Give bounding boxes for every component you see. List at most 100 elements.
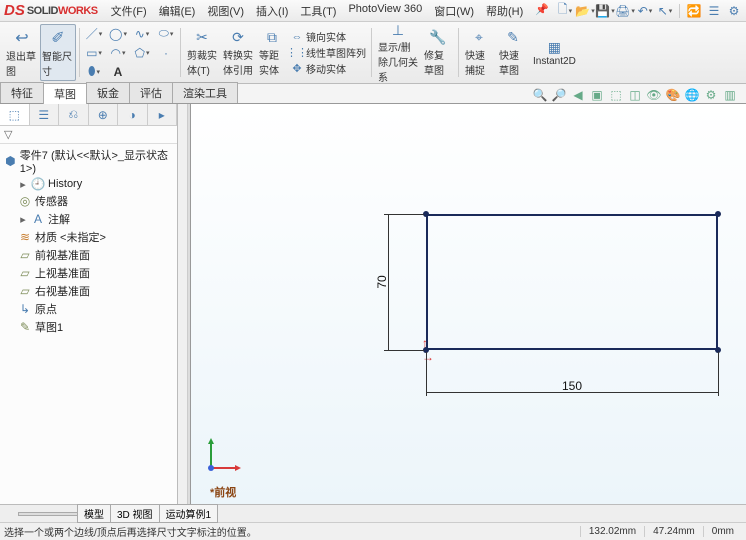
tree-history[interactable]: ▸🕘History	[0, 176, 177, 192]
print-icon[interactable]: 🖨	[617, 3, 633, 19]
convert-button[interactable]: ⟳ 转换实体引用	[220, 24, 256, 81]
exit-sketch-button[interactable]: ↩ 退出草图	[4, 24, 40, 81]
panel-tab-display[interactable]: ◑	[118, 104, 148, 125]
tree-root-label: 零件7 (默认<<默认>_显示状态 1>)	[20, 147, 173, 175]
status-coord-y: 47.24mm	[644, 526, 703, 537]
zoom-area-icon[interactable]: 🔎	[551, 87, 567, 103]
rect-icon[interactable]: ▭	[83, 44, 105, 62]
plane-icon: ▱	[18, 284, 32, 298]
menu-window[interactable]: 窗口(W)	[429, 1, 479, 21]
tree-right-plane[interactable]: ▱右视基准面	[0, 282, 177, 300]
tab-render[interactable]: 渲染工具	[172, 82, 238, 103]
rect-corner-point[interactable]	[715, 211, 721, 217]
text-icon[interactable]: A	[107, 63, 129, 81]
command-manager-tabs: 特征 草图 钣金 评估 渲染工具 🔍 🔎 ◀ ▣ ⬚ ◫ 👁 🎨 🌐 ⚙ ▥	[0, 84, 746, 104]
status-coord-x: 132.02mm	[580, 526, 644, 537]
menu-photoview[interactable]: PhotoView 360	[343, 1, 427, 21]
zoom-fit-icon[interactable]: 🔍	[532, 87, 548, 103]
line-icon[interactable]: ／	[83, 25, 105, 43]
move-button[interactable]: ✥移动实体	[288, 61, 368, 76]
tree-front-plane[interactable]: ▱前视基准面	[0, 246, 177, 264]
view-orient-icon[interactable]: ⬚	[608, 87, 624, 103]
tree-root[interactable]: ⬢零件7 (默认<<默认>_显示状态 1>)	[0, 146, 177, 176]
panel-tab-property[interactable]: ☰	[30, 104, 60, 125]
menu-file[interactable]: 文件(F)	[106, 1, 152, 21]
bottom-tabs: 模型 3D 视图 运动算例1	[0, 504, 746, 522]
tree-origin[interactable]: ↳原点	[0, 300, 177, 318]
display-relations-button[interactable]: ⊥ 显示/删除几何关系	[375, 24, 421, 81]
section-view-icon[interactable]: ▣	[589, 87, 605, 103]
ellipse-icon[interactable]: ⬭	[155, 25, 177, 43]
exit-sketch-label: 退出草图	[6, 48, 38, 78]
repair-sketch-button[interactable]: 🔧 修复草图	[421, 24, 455, 81]
circle-icon[interactable]: ◯	[107, 25, 129, 43]
menu-view[interactable]: 视图(V)	[202, 1, 249, 21]
scene-icon[interactable]: 🌐	[684, 87, 700, 103]
gear-icon[interactable]: ⚙	[726, 3, 742, 19]
tab-sheetmetal[interactable]: 钣金	[86, 82, 130, 103]
tab-evaluate[interactable]: 评估	[129, 82, 173, 103]
open-icon[interactable]: 📂	[577, 3, 593, 19]
save-icon[interactable]: 💾	[597, 3, 613, 19]
view-triad[interactable]	[203, 436, 243, 476]
smart-dimension-button[interactable]: ✐ 智能尺寸	[40, 24, 76, 81]
dim-height-value[interactable]: 70	[375, 275, 389, 288]
dim-width-value[interactable]: 150	[562, 379, 582, 393]
undo-icon[interactable]: ↶	[637, 3, 653, 19]
polygon-icon[interactable]: ⬠	[131, 44, 153, 62]
rebuild-icon[interactable]: 🔁	[686, 3, 702, 19]
mirror-button[interactable]: ⇔镜向实体	[288, 29, 368, 44]
menu-pin-icon[interactable]: 📌	[530, 1, 554, 21]
linear-pattern-label: 线性草图阵列	[306, 45, 366, 60]
instant2d-button[interactable]: ▦ Instant2D	[530, 24, 579, 81]
quick-snap-button[interactable]: ⌖ 快速捕捉	[462, 24, 496, 81]
spline-icon[interactable]: ∿	[131, 25, 153, 43]
sketch-rectangle[interactable]	[426, 214, 718, 350]
btm-tab-model[interactable]: 模型	[77, 504, 111, 523]
offset-button[interactable]: ⧉ 等距实体	[256, 24, 288, 81]
pattern-group: ⇔镜向实体 ⋮⋮线性草图阵列 ✥移动实体	[288, 24, 368, 81]
view-settings-icon[interactable]: ⚙	[703, 87, 719, 103]
btm-tab-3dview[interactable]: 3D 视图	[110, 504, 160, 523]
viewport-icon[interactable]: ▥	[722, 87, 738, 103]
feature-tree: ⬢零件7 (默认<<默认>_显示状态 1>) ▸🕘History ◎传感器 ▸A…	[0, 144, 177, 338]
graphics-area[interactable]: ↑→ 150 70 *前视	[178, 104, 746, 504]
panel-splitter[interactable]	[188, 104, 191, 504]
tab-sketch[interactable]: 草图	[43, 83, 87, 104]
menu-insert[interactable]: 插入(I)	[251, 1, 293, 21]
arc-icon[interactable]: ◠	[107, 44, 129, 62]
display-style-icon[interactable]: ◫	[627, 87, 643, 103]
select-icon[interactable]: ↖	[657, 3, 673, 19]
dim-extension	[384, 350, 424, 351]
hide-show-icon[interactable]: 👁	[646, 87, 662, 103]
move-icon: ✥	[290, 62, 304, 76]
slot-icon[interactable]: ⬮	[83, 63, 105, 81]
new-doc-icon[interactable]: 🗋	[557, 3, 573, 19]
appearance-icon[interactable]: 🎨	[665, 87, 681, 103]
tree-annotations[interactable]: ▸A注解	[0, 210, 177, 228]
panel-tab-dimxpert[interactable]: ⊕	[89, 104, 119, 125]
tree-sensors[interactable]: ◎传感器	[0, 192, 177, 210]
tree-material[interactable]: ≋材质 <未指定>	[0, 228, 177, 246]
prev-view-icon[interactable]: ◀	[570, 87, 586, 103]
ribbon: ↩ 退出草图 ✐ 智能尺寸 ／ ◯ ∿ ⬭ ▭ ◠ ⬠ · ⬮ A ✂ 剪裁实体…	[0, 22, 746, 84]
linear-pattern-button[interactable]: ⋮⋮线性草图阵列	[288, 45, 368, 60]
tree-sketch1[interactable]: ✎草图1	[0, 318, 177, 336]
panel-tab-feature-tree[interactable]: ⬚	[0, 104, 30, 125]
menu-tools[interactable]: 工具(T)	[295, 1, 341, 21]
app-logo: DS SOLIDWORKS	[4, 2, 98, 19]
panel-tab-more[interactable]: ▸	[148, 104, 178, 125]
tree-filter[interactable]: ▽	[0, 126, 177, 144]
panel-tab-config[interactable]: ⎌	[59, 104, 89, 125]
ruler	[178, 104, 188, 504]
menu-edit[interactable]: 编辑(E)	[154, 1, 201, 21]
tab-features[interactable]: 特征	[0, 82, 44, 103]
rapid-sketch-button[interactable]: ✎ 快速草图	[496, 24, 530, 81]
menu-help[interactable]: 帮助(H)	[481, 1, 528, 21]
tree-top-plane[interactable]: ▱上视基准面	[0, 264, 177, 282]
trim-button[interactable]: ✂ 剪裁实体(T)	[184, 24, 220, 81]
btm-tab-motion[interactable]: 运动算例1	[159, 504, 219, 523]
point-icon[interactable]: ·	[155, 44, 177, 62]
options-icon[interactable]: ☰	[706, 3, 722, 19]
btm-tab-lead[interactable]	[18, 512, 78, 516]
